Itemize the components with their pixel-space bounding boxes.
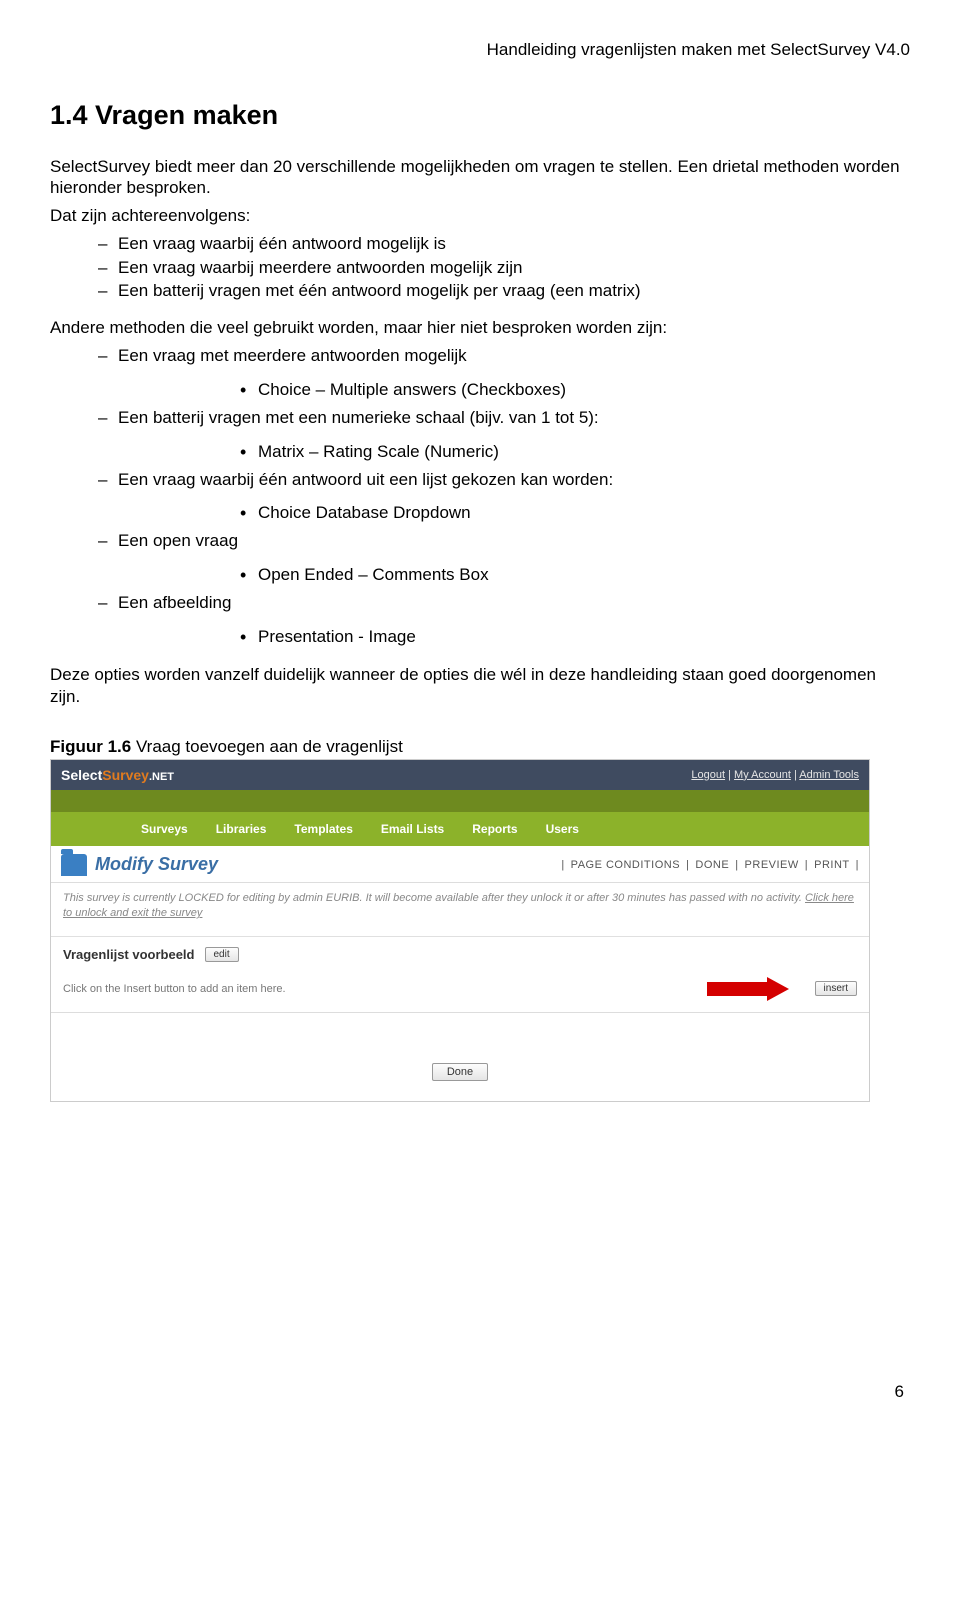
list-2: Een vraag met meerdere antwoorden mogeli… [50,344,910,368]
brand-net: .NET [149,771,174,783]
bullet-item: Presentation - Image [240,625,910,649]
toplink-logout[interactable]: Logout [691,769,725,781]
page-number: 6 [50,1382,910,1402]
screenshot-figure: SelectSurvey.NET Logout | My Account | A… [50,759,870,1102]
list-item: Een batterij vragen met een numerieke sc… [98,406,910,430]
figure-label-bold: Figuur 1.6 [50,737,131,756]
nav-libraries[interactable]: Libraries [216,822,267,836]
ss-title-left: Modify Survey [61,854,218,876]
list-item: Een vraag met meerdere antwoorden mogeli… [98,344,910,368]
list-item: Een open vraag [98,529,910,553]
list-2: Een vraag waarbij één antwoord uit een l… [50,468,910,492]
done-row: Done [51,1033,869,1101]
bullet-item: Matrix – Rating Scale (Numeric) [240,440,910,464]
ss-greenbar [51,790,869,812]
red-arrow-icon [707,978,797,1000]
outro-paragraph: Deze opties worden vanzelf duidelijk wan… [50,664,910,707]
brand-logo: SelectSurvey.NET [61,767,174,783]
action-print[interactable]: PRINT [814,859,850,871]
lead-2: Andere methoden die veel gebruikt worden… [50,317,910,338]
list-2-bullet: Matrix – Rating Scale (Numeric) [50,440,910,464]
brand-survey: Survey [102,767,149,783]
toplink-myaccount[interactable]: My Account [734,769,791,781]
ss-topbar: SelectSurvey.NET Logout | My Account | A… [51,760,869,790]
list-2: Een open vraag [50,529,910,553]
nav-reports[interactable]: Reports [472,822,517,836]
running-header: Handleiding vragenlijsten maken met Sele… [50,40,910,60]
list-item: Een vraag waarbij één antwoord mogelijk … [98,232,910,256]
list-2: Een batterij vragen met een numerieke sc… [50,406,910,430]
ss-titlebar: Modify Survey |PAGE CONDITIONS|DONE|PREV… [51,846,869,883]
bullet-item: Open Ended – Comments Box [240,563,910,587]
insert-hint: Click on the Insert button to add an ite… [63,983,286,995]
nav-surveys[interactable]: Surveys [141,822,188,836]
ss-nav: Surveys Libraries Templates Email Lists … [51,812,869,846]
survey-name-label: Vragenlijst voorbeeld [63,947,195,962]
list-2: Een afbeelding [50,591,910,615]
toplink-admintools[interactable]: Admin Tools [799,769,859,781]
section-title: 1.4 Vragen maken [50,100,910,131]
list-item: Een batterij vragen met één antwoord mog… [98,279,910,303]
lead-1: Dat zijn achtereenvolgens: [50,205,910,226]
top-links: Logout | My Account | Admin Tools [691,769,859,781]
action-preview[interactable]: PREVIEW [745,859,799,871]
folder-icon [61,854,87,876]
action-done[interactable]: DONE [695,859,729,871]
insert-row: Click on the Insert button to add an ite… [51,972,869,1013]
done-button[interactable]: Done [432,1063,488,1081]
insert-button[interactable]: insert [815,981,857,996]
list-item: Een afbeelding [98,591,910,615]
lock-message: This survey is currently LOCKED for edit… [51,883,869,937]
list-2-bullet: Presentation - Image [50,625,910,649]
edit-button[interactable]: edit [205,947,239,962]
bullet-item: Choice – Multiple answers (Checkboxes) [240,378,910,402]
list-2-bullet: Choice Database Dropdown [50,501,910,525]
figure-label-rest: Vraag toevoegen aan de vragenlijst [131,737,403,756]
lock-message-text: This survey is currently LOCKED for edit… [63,892,805,904]
list-item: Een vraag waarbij meerdere antwoorden mo… [98,256,910,280]
survey-name-row: Vragenlijst voorbeeld edit [51,937,869,972]
ss-title-actions: |PAGE CONDITIONS|DONE|PREVIEW|PRINT| [561,859,859,871]
insert-block: insert [707,978,857,1000]
page-title: Modify Survey [95,854,218,875]
nav-emaillists[interactable]: Email Lists [381,822,444,836]
brand-select: Select [61,767,102,783]
figure-label: Figuur 1.6 Vraag toevoegen aan de vragen… [50,737,910,757]
intro-paragraph: SelectSurvey biedt meer dan 20 verschill… [50,156,910,199]
list-2-bullet: Open Ended – Comments Box [50,563,910,587]
nav-users[interactable]: Users [546,822,579,836]
list-item: Een vraag waarbij één antwoord uit een l… [98,468,910,492]
action-page-conditions[interactable]: PAGE CONDITIONS [571,859,680,871]
nav-templates[interactable]: Templates [294,822,352,836]
bullet-item: Choice Database Dropdown [240,501,910,525]
list-2-bullet: Choice – Multiple answers (Checkboxes) [50,378,910,402]
list-1: Een vraag waarbij één antwoord mogelijk … [50,232,910,303]
